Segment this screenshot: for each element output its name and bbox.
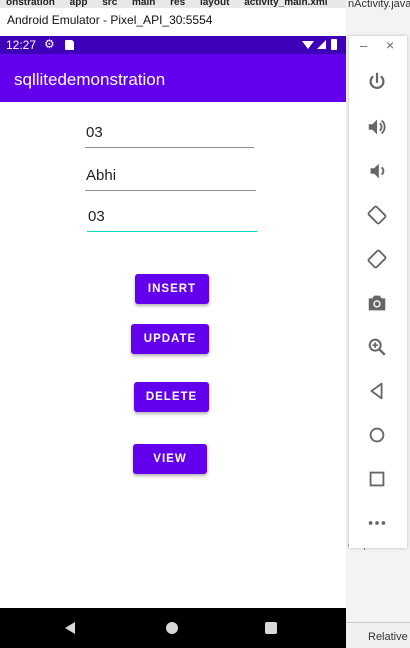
phone-screen: 12:27 ⚙ sqllitedemonstration 03 Abhi 03 … [0, 36, 346, 648]
power-icon[interactable] [364, 69, 390, 95]
battery-icon [331, 39, 337, 50]
breadcrumb-item[interactable]: main [126, 0, 161, 8]
rotate-right-icon[interactable] [364, 246, 390, 272]
delete-button[interactable]: DELETE [134, 382, 209, 412]
overview-icon[interactable] [364, 466, 390, 492]
breadcrumb-item[interactable]: res [164, 0, 191, 8]
breadcrumb-item[interactable]: layout [194, 0, 235, 8]
emulator-side-toolbar: – × [349, 36, 407, 548]
nav-home-icon[interactable] [166, 622, 178, 634]
home-icon[interactable] [364, 422, 390, 448]
zoom-icon[interactable] [364, 334, 390, 360]
nav-recents-icon[interactable] [265, 622, 277, 634]
navigation-bar [0, 608, 346, 648]
view-button[interactable]: VIEW [133, 444, 207, 474]
sd-card-icon [65, 40, 74, 50]
editor-tab-label[interactable]: nActivity.java [348, 0, 410, 10]
volume-down-icon[interactable] [364, 158, 390, 184]
close-button[interactable]: × [386, 37, 394, 53]
status-bar: 12:27 ⚙ [0, 36, 346, 54]
gear-icon: ⚙ [44, 37, 55, 51]
relative-tab[interactable]: Relative [346, 622, 410, 648]
name-field[interactable]: Abhi [85, 167, 256, 191]
insert-button[interactable]: INSERT [135, 274, 209, 304]
back-icon[interactable] [364, 378, 390, 404]
id-field[interactable]: 03 [85, 124, 254, 148]
app-bar: sqllitedemonstration [0, 54, 346, 102]
emulator-window-title: Android Emulator - Pixel_API_30:5554 [0, 8, 346, 36]
breadcrumb-item[interactable]: onstration [0, 0, 61, 8]
value-field[interactable]: 03 [87, 208, 257, 232]
signal-icon [317, 40, 326, 49]
screen: onstration app src main res layout activ… [0, 0, 410, 648]
camera-icon[interactable] [364, 290, 390, 316]
minimize-button[interactable]: – [360, 38, 367, 53]
breadcrumb-item[interactable]: app [64, 0, 94, 8]
app-title: sqllitedemonstration [14, 70, 166, 89]
wifi-icon [302, 41, 314, 49]
breadcrumb-item[interactable]: activity_main.xml [238, 0, 333, 8]
status-time: 12:27 [6, 38, 37, 52]
nav-back-icon[interactable] [65, 622, 75, 634]
more-icon[interactable] [364, 510, 390, 536]
update-button[interactable]: UPDATE [131, 324, 209, 354]
volume-up-icon[interactable] [364, 114, 390, 140]
rotate-left-icon[interactable] [364, 202, 390, 228]
breadcrumb-item[interactable]: src [96, 0, 123, 8]
